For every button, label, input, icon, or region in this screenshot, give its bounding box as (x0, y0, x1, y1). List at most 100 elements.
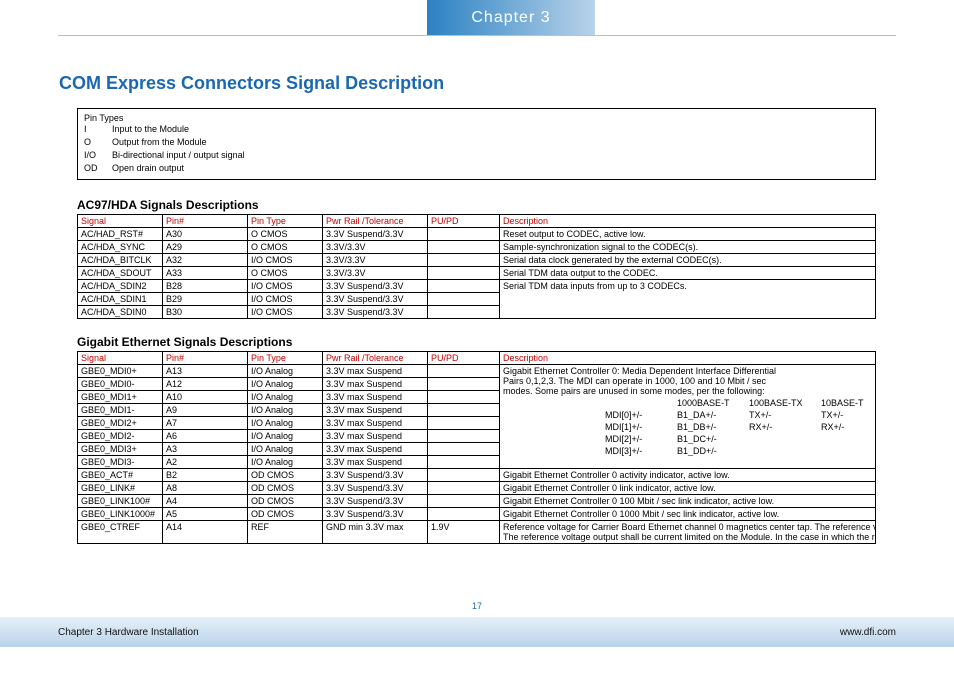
pin-type-row: OOutput from the Module (84, 136, 869, 149)
th-pupd: PU/PD (428, 352, 500, 365)
cell-pupd (428, 430, 500, 443)
cell-pin: A5 (163, 508, 248, 521)
cell-pin: A9 (163, 404, 248, 417)
cell-rail: GND min 3.3V max (323, 521, 428, 544)
header-rule (58, 35, 896, 36)
cell-type: OD CMOS (248, 495, 323, 508)
cell-type: REF (248, 521, 323, 544)
cell-type: I/O Analog (248, 430, 323, 443)
cell-pupd (428, 456, 500, 469)
cell-desc: Gigabit Ethernet Controller 0: Media Dep… (500, 365, 876, 469)
cell-rail: 3.3V Suspend/3.3V (323, 228, 428, 241)
cell-pupd (428, 267, 500, 280)
cell-signal: AC/HDA_SDIN0 (78, 306, 163, 319)
cell-pupd (428, 417, 500, 430)
th-pupd: PU/PD (428, 215, 500, 228)
pin-type-row: ODOpen drain output (84, 162, 869, 175)
cell-type: I/O CMOS (248, 280, 323, 293)
th-pin: Pin# (163, 352, 248, 365)
table-header-row: Signal Pin# Pin Type Pwr Rail /Tolerance… (78, 215, 876, 228)
cell-pin: A29 (163, 241, 248, 254)
pin-type-abbr: I (84, 123, 112, 136)
cell-signal: AC/HDA_SYNC (78, 241, 163, 254)
cell-pupd (428, 482, 500, 495)
cell-signal: GBE0_LINK1000# (78, 508, 163, 521)
table-row: GBE0_LINK#A8OD CMOS3.3V Suspend/3.3V Giga… (78, 482, 876, 495)
pin-type-desc: Output from the Module (112, 136, 207, 149)
cell-rail: 3.3V max Suspend (323, 365, 428, 378)
gbe-title: Gigabit Ethernet Signals Descriptions (77, 335, 882, 349)
cell-desc: Gigabit Ethernet Controller 0 link indic… (500, 482, 876, 495)
th-type: Pin Type (248, 215, 323, 228)
cell-pin: B2 (163, 469, 248, 482)
cell-rail: 3.3V Suspend/3.3V (323, 469, 428, 482)
cell-rail: 3.3V max Suspend (323, 430, 428, 443)
footer-left: Chapter 3 Hardware Installation (58, 627, 199, 638)
cell-pupd (428, 241, 500, 254)
cell-desc: Gigabit Ethernet Controller 0 1000 Mbit … (500, 508, 876, 521)
cell-signal: GBE0_MDI2- (78, 430, 163, 443)
cell-pin: A8 (163, 482, 248, 495)
cell-signal: GBE0_MDI0+ (78, 365, 163, 378)
page-number: 17 (0, 601, 954, 611)
th-desc: Description (500, 215, 876, 228)
cell-signal: AC/HAD_RST# (78, 228, 163, 241)
cell-pupd (428, 378, 500, 391)
cell-desc: Serial TDM data output to the CODEC. (500, 267, 876, 280)
cell-signal: AC/HDA_SDIN2 (78, 280, 163, 293)
cell-pupd (428, 228, 500, 241)
cell-rail: 3.3V Suspend/3.3V (323, 482, 428, 495)
cell-type: I/O Analog (248, 404, 323, 417)
cell-rail: 3.3V max Suspend (323, 404, 428, 417)
pin-type-abbr: OD (84, 162, 112, 175)
cell-type: I/O Analog (248, 365, 323, 378)
th-rail: Pwr Rail /Tolerance (323, 352, 428, 365)
pin-type-desc: Input to the Module (112, 123, 189, 136)
cell-signal: GBE0_LINK100# (78, 495, 163, 508)
cell-pin: A32 (163, 254, 248, 267)
cell-type: I/O Analog (248, 391, 323, 404)
pin-type-desc: Open drain output (112, 162, 184, 175)
cell-signal: GBE0_MDI0- (78, 378, 163, 391)
cell-pin: A6 (163, 430, 248, 443)
cell-pin: A10 (163, 391, 248, 404)
table-row: GBE0_ACT#B2OD CMOS3.3V Suspend/3.3VGigab… (78, 469, 876, 482)
cell-pin: A3 (163, 443, 248, 456)
cell-pupd (428, 404, 500, 417)
cell-pin: A13 (163, 365, 248, 378)
footer-right: www.dfi.com (840, 627, 896, 638)
cell-signal: AC/HDA_SDIN1 (78, 293, 163, 306)
pin-type-abbr: I/O (84, 149, 112, 162)
content-area: Pin Types IInput to the ModuleOOutput fr… (77, 108, 882, 560)
cell-pupd: 1.9V (428, 521, 500, 544)
cell-pin: A12 (163, 378, 248, 391)
cell-desc: Reference voltage for Carrier Board Ethe… (500, 521, 876, 544)
table-row: GBE0_MDI0+A13I/O Analog3.3V max SuspendG… (78, 365, 876, 378)
page-title: COM Express Connectors Signal Descriptio… (59, 73, 444, 94)
cell-type: I/O CMOS (248, 293, 323, 306)
cell-signal: GBE0_CTREF (78, 521, 163, 544)
ac97-title: AC97/HDA Signals Descriptions (77, 198, 882, 212)
cell-desc: Serial data clock generated by the exter… (500, 254, 876, 267)
table-row: AC/HDA_SYNCA29O CMOS3.3V/3.3VSample-sync… (78, 241, 876, 254)
cell-rail: 3.3V/3.3V (323, 254, 428, 267)
chapter-tab: Chapter 3 (427, 0, 595, 35)
cell-signal: AC/HDA_BITCLK (78, 254, 163, 267)
table-row: GBE0_CTREFA14REFGND min 3.3V max1.9VRefe… (78, 521, 876, 544)
cell-pin: A7 (163, 417, 248, 430)
cell-pin: B28 (163, 280, 248, 293)
pin-type-row: I/OBi-directional input / output signal (84, 149, 869, 162)
cell-rail: 3.3V max Suspend (323, 443, 428, 456)
cell-type: OD CMOS (248, 469, 323, 482)
table-header-row: Signal Pin# Pin Type Pwr Rail /Tolerance… (78, 352, 876, 365)
pin-type-row: IInput to the Module (84, 123, 869, 136)
cell-rail: 3.3V Suspend/3.3V (323, 508, 428, 521)
cell-type: OD CMOS (248, 482, 323, 495)
cell-desc: Serial TDM data inputs from up to 3 CODE… (500, 280, 876, 319)
cell-type: I/O CMOS (248, 254, 323, 267)
cell-type: I/O Analog (248, 417, 323, 430)
cell-pin: B29 (163, 293, 248, 306)
cell-signal: GBE0_LINK# (78, 482, 163, 495)
cell-pupd (428, 469, 500, 482)
gbe-table: Signal Pin# Pin Type Pwr Rail /Tolerance… (77, 351, 876, 544)
